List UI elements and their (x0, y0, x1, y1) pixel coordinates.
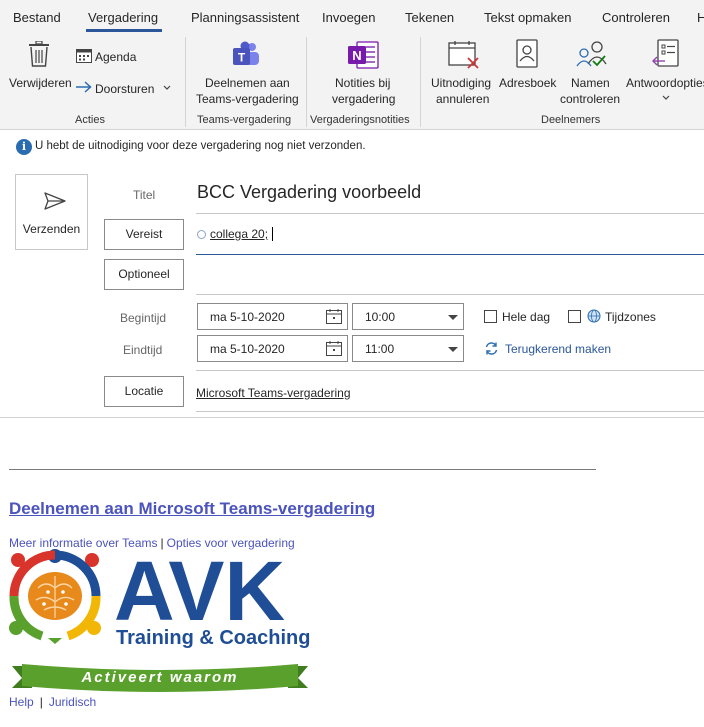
avk-tagline: Training & Coaching (116, 627, 310, 649)
ribbon-tabs: Bestand Vergadering Planningsassistent I… (0, 0, 704, 33)
join-teams-line2: Teams-vergadering (196, 92, 299, 106)
calendar-icon (76, 49, 92, 63)
meeting-notes-line1: Notities bij (335, 76, 391, 90)
location-input[interactable]: Microsoft Teams-vergadering (196, 386, 351, 400)
info-message: U hebt de uitnodiging voor deze vergader… (35, 140, 366, 152)
tab-vergadering[interactable]: Vergadering (88, 10, 158, 25)
end-time-dropdown[interactable]: 11:00 (352, 335, 464, 362)
cancel-invitation-line1: Uitnodiging (431, 76, 492, 90)
group-label-attendees: Deelnemers (541, 114, 601, 126)
info-icon: i (16, 139, 32, 155)
timezones-label: Tijdzones (605, 310, 656, 324)
start-date-picker[interactable]: ma 5-10-2020 (197, 303, 348, 330)
calendar-icon[interactable] (326, 341, 342, 356)
teams-icon: T (233, 41, 259, 65)
response-options-icon (652, 39, 679, 67)
title-input[interactable]: BCC Vergadering voorbeeld (197, 182, 421, 203)
trash-icon (29, 41, 49, 67)
calendar-cancel-icon (448, 41, 479, 69)
tab-tekst-opmaken[interactable]: Tekst opmaken (484, 10, 571, 25)
check-names-icon (576, 41, 607, 67)
check-names-line1: Namen (571, 76, 610, 90)
ribbon-separator (306, 37, 307, 127)
tab-controleren[interactable]: Controleren (602, 10, 670, 25)
end-time-label: Eindtijd (123, 343, 163, 357)
link-separator: | (39, 695, 43, 709)
make-recurring-link[interactable]: Terugkerend maken (505, 342, 611, 356)
recurrence-icon[interactable] (484, 341, 499, 356)
start-time-label: Begintijd (120, 311, 167, 325)
cancel-invitation-line2: annuleren (436, 92, 490, 106)
help-link[interactable]: Help (9, 695, 34, 709)
end-date-value: ma 5-10-2020 (210, 342, 285, 356)
location-underline (196, 411, 704, 412)
address-book-label: Adresboek (499, 76, 557, 90)
calendar-icon[interactable] (326, 309, 342, 324)
footer-links: Help | Juridisch (9, 695, 96, 709)
teams-section-rule (9, 469, 596, 470)
tab-invoegen[interactable]: Invoegen (322, 10, 376, 25)
required-underline (196, 254, 704, 255)
send-button[interactable]: Verzenden (15, 174, 88, 250)
agenda-label: Agenda (95, 50, 137, 64)
group-label-notes: Vergaderingsnotities (310, 114, 410, 126)
recipient-name[interactable]: collega 20; (210, 227, 268, 241)
send-label: Verzenden (22, 222, 81, 236)
response-options-label: Antwoordopties (626, 76, 704, 90)
avk-ribbon-text: Activeert waarom (80, 669, 238, 686)
optional-button[interactable]: Optioneel (104, 259, 184, 290)
start-time-dropdown[interactable]: 10:00 (352, 303, 464, 330)
ribbon-separator (420, 37, 421, 127)
end-time-value: 11:00 (365, 342, 395, 356)
send-icon (44, 192, 66, 210)
required-button[interactable]: Vereist (104, 219, 184, 250)
check-names-line2: controleren (560, 92, 621, 106)
legal-link[interactable]: Juridisch (49, 695, 96, 709)
required-input[interactable]: collega 20; (197, 227, 274, 241)
chevron-down-icon (163, 85, 171, 90)
meeting-notes-line2: vergadering (332, 92, 396, 106)
svg-text:T: T (238, 51, 246, 65)
globe-icon (587, 309, 601, 323)
onenote-icon: N (348, 41, 379, 69)
all-day-checkbox[interactable] (484, 310, 497, 323)
delete-label: Verwijderen (9, 76, 72, 90)
title-label: Titel (133, 188, 156, 202)
body-divider (0, 417, 704, 418)
forward-label: Doorsturen (95, 82, 155, 96)
group-label-actions: Acties (75, 114, 105, 126)
start-date-value: ma 5-10-2020 (210, 310, 285, 324)
time-row-underline (196, 370, 704, 371)
presence-icon (197, 230, 206, 239)
join-teams-meeting-link[interactable]: Deelnemen aan Microsoft Teams-vergaderin… (9, 499, 375, 519)
svg-text:N: N (352, 48, 361, 63)
end-date-picker[interactable]: ma 5-10-2020 (197, 335, 348, 362)
timezones-checkbox[interactable] (568, 310, 581, 323)
avk-logo-graphic: AVK Training & Coaching Activeert waarom (9, 544, 310, 692)
location-button[interactable]: Locatie (104, 376, 184, 407)
join-teams-line1: Deelnemen aan (205, 76, 290, 90)
chevron-down-icon (662, 95, 670, 100)
dropdown-arrow-icon (448, 315, 458, 320)
all-day-label: Hele dag (502, 310, 551, 324)
optional-underline (196, 294, 704, 295)
text-caret (272, 227, 274, 241)
tab-planningsassistent[interactable]: Planningsassistent (191, 10, 299, 25)
ribbon-separator (185, 37, 186, 127)
title-underline (196, 213, 704, 214)
avk-logo: AVK Training & Coaching Activeert waarom (8, 544, 313, 693)
dropdown-arrow-icon (448, 347, 458, 352)
tab-overflow[interactable]: H (697, 10, 704, 25)
arrow-right-icon (76, 81, 92, 93)
info-bar: i U hebt de uitnodiging voor deze vergad… (0, 130, 704, 162)
tab-tekenen[interactable]: Tekenen (405, 10, 454, 25)
tab-bestand[interactable]: Bestand (13, 10, 61, 25)
group-label-teams: Teams-vergadering (197, 114, 292, 126)
start-time-value: 10:00 (365, 310, 396, 324)
active-tab-indicator (86, 29, 162, 32)
address-book-icon (516, 39, 538, 68)
ribbon: Verwijderen Agenda Doorsturen Acties T D… (0, 33, 704, 130)
avk-wordmark: AVK (114, 548, 285, 638)
